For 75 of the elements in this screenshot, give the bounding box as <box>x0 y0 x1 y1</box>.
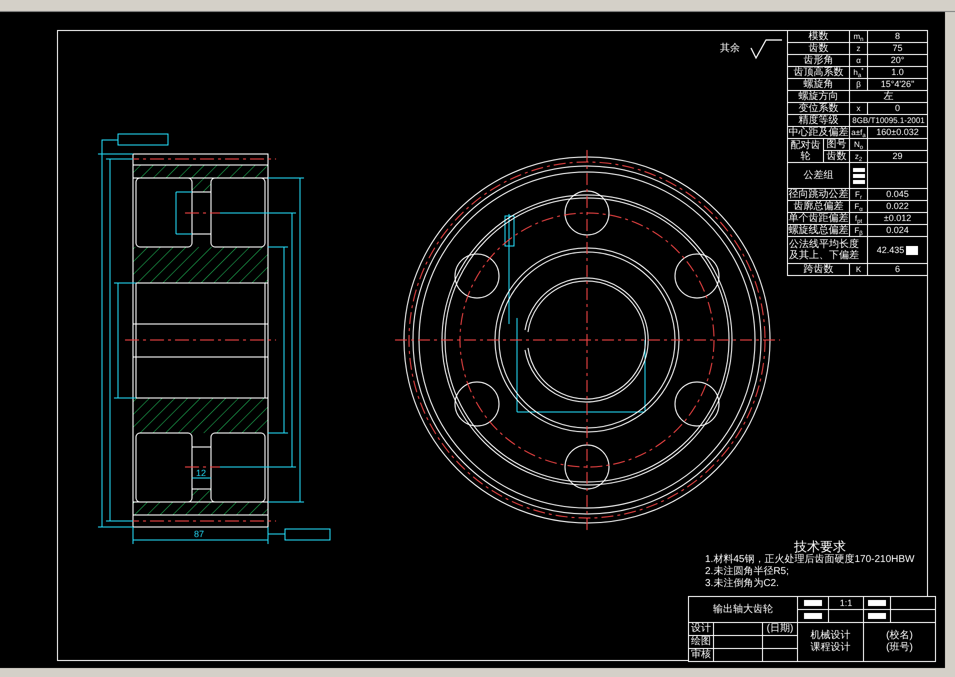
table-cell <box>714 636 762 648</box>
parameter-name: 齿廓总偏差 <box>788 200 850 212</box>
parameter-symbol: N$_{o}$ <box>850 138 868 150</box>
parameter-name: 精度等级 <box>788 114 850 126</box>
parameter-value: 15°4'26" <box>868 78 928 90</box>
requirement-item: 1.材料45钢，正火处理后齿面硬度170-210HBW <box>705 555 914 565</box>
course-label: 课程设计 <box>810 642 850 654</box>
parameter-symbol: α <box>850 54 868 66</box>
parameter-value: 1.0 <box>868 66 928 78</box>
parameter-symbol: f$_{pt}$ <box>850 212 868 224</box>
parameter-value: 29 <box>868 150 928 162</box>
role-label: 绘图 <box>689 636 713 648</box>
parameter-name: 齿数 <box>788 42 850 54</box>
parameter-name: 跨齿数 <box>788 264 850 276</box>
requirement-item: 3.未注倒角为C2. <box>705 579 780 589</box>
parameter-value: 8 <box>868 30 928 42</box>
missing-glyph-icon <box>804 613 822 619</box>
parameter-symbol: K <box>850 264 868 276</box>
role-label: 审核 <box>689 649 713 661</box>
missing-glyph-icon <box>868 600 886 606</box>
parameter-name: 齿数 <box>824 150 850 162</box>
parameter-name: 螺旋角 <box>788 78 850 90</box>
school-label: (校名) <box>886 630 913 642</box>
missing-glyph-icon <box>804 600 822 606</box>
parameter-name: 变位系数 <box>788 102 850 114</box>
parameter-name: 中心距及偏差 <box>788 126 850 138</box>
parameter-value: 8GB/T10095.1-2001 <box>850 114 928 126</box>
course-label: 机械设计 <box>810 630 850 642</box>
parameter-symbol: z$_{2}$ <box>850 150 868 162</box>
parameter-symbol: F$_{r}$ <box>850 188 868 200</box>
parameter-name: 螺旋方向 <box>788 90 850 102</box>
parameter-symbol: a±f$_{a}$ <box>850 126 868 138</box>
parameter-value: 42.435 <box>876 244 904 256</box>
parameter-value: ±0.012 <box>868 212 928 224</box>
date-label: (日期) <box>763 623 797 635</box>
parameter-value: 160±0.032 <box>868 126 928 138</box>
parameter-symbol: F$_{β}$ <box>850 224 868 236</box>
parameter-value: 0.022 <box>868 200 928 212</box>
parameter-symbol: m$_{n}$ <box>850 30 868 42</box>
parameter-name: 模数 <box>788 30 850 42</box>
scale-value: 1:1 <box>829 597 863 609</box>
parameter-symbol: z <box>850 42 868 54</box>
dimension-label: 12 <box>196 469 206 478</box>
parameter-name: 螺旋线总偏差 <box>788 224 850 236</box>
requirement-item: 2.未注圆角半径R5; <box>705 567 790 577</box>
parameter-symbol: F$_{α}$ <box>850 200 868 212</box>
dimension-label: 87 <box>194 530 204 539</box>
parameter-name: 公法线平均长度及其上、下偏差 <box>788 236 868 264</box>
parameter-value: 0.024 <box>868 224 928 236</box>
missing-glyph-icon <box>868 613 886 619</box>
parameter-name: 径向跳动公差 <box>788 188 850 200</box>
part-name: 输出轴大齿轮 <box>689 597 797 622</box>
parameter-name: 图号 <box>824 138 850 150</box>
parameter-symbol: x <box>850 102 868 114</box>
requirements-title: 技术要求 <box>794 540 846 553</box>
parameter-value: 左 <box>850 90 928 102</box>
parameter-name: 公差组 <box>788 162 850 188</box>
missing-glyph-icon <box>906 246 918 254</box>
table-cell <box>714 649 762 661</box>
parameter-name: 齿顶高系数 <box>788 66 850 78</box>
parameter-value: 0.045 <box>868 188 928 200</box>
school-label: (班号) <box>886 642 913 654</box>
parameter-value: 0 <box>868 102 928 114</box>
parameter-symbol: β <box>850 78 868 90</box>
parameter-value: 75 <box>868 42 928 54</box>
role-label: 设计 <box>689 623 713 635</box>
roughness-note: 其余 <box>720 44 740 54</box>
parameter-name: 单个齿距偏差 <box>788 212 850 224</box>
parameter-value: 6 <box>868 264 928 276</box>
missing-glyph-icon <box>852 168 864 184</box>
parameter-name: 配对齿轮 <box>788 138 824 162</box>
parameter-name: 齿形角 <box>788 54 850 66</box>
table-cell <box>714 623 762 635</box>
parameter-value: 20° <box>868 54 928 66</box>
scrollbar[interactable] <box>945 12 955 668</box>
